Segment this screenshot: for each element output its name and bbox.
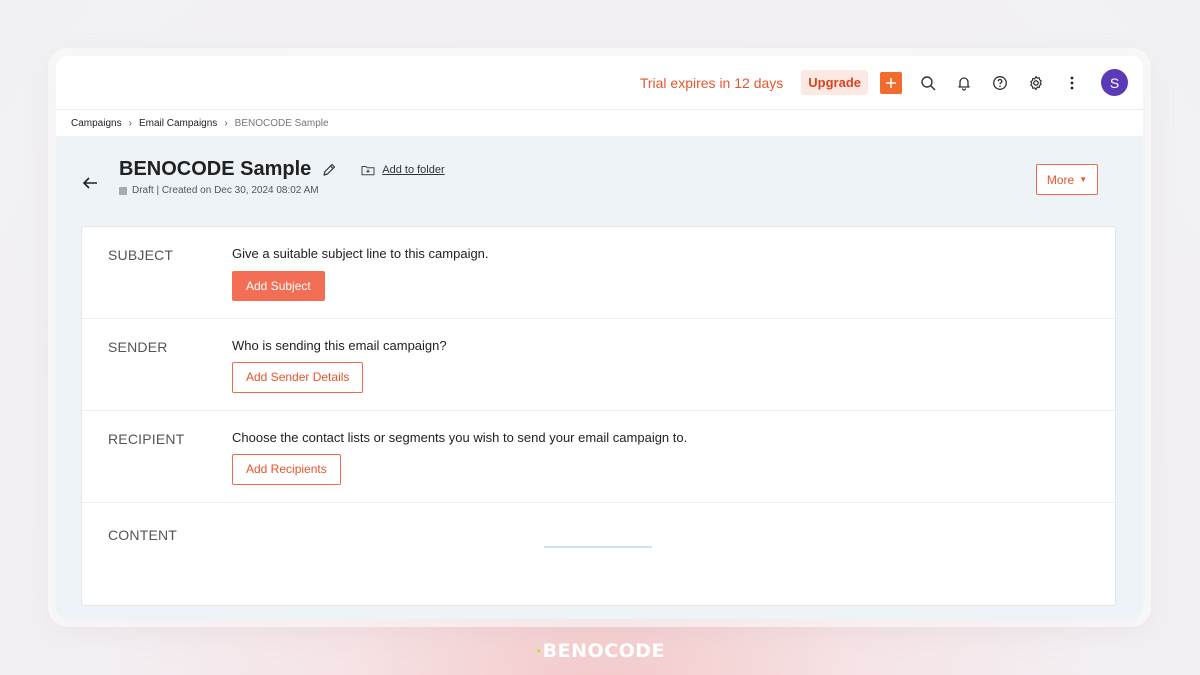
settings-button[interactable] <box>1025 72 1047 94</box>
folder-plus-icon <box>361 165 375 175</box>
subject-section: SUBJECT Give a suitable subject line to … <box>82 227 1115 319</box>
more-options-button[interactable] <box>1061 72 1083 94</box>
edit-title-button[interactable] <box>321 162 337 178</box>
subject-label: SUBJECT <box>108 247 174 263</box>
chevron-right-icon: › <box>224 117 228 129</box>
help-icon <box>993 75 1007 90</box>
status-meta-text: Draft | Created on Dec 30, 2024 08:02 AM <box>132 185 319 196</box>
bell-icon <box>958 76 970 91</box>
arrow-left-icon <box>82 177 97 189</box>
trial-expiry-text: Trial expires in 12 days <box>639 74 784 91</box>
pencil-icon <box>323 163 336 176</box>
campaign-content-area: BENOCODE Sample Add to folder Draft | Cr… <box>56 136 1143 619</box>
more-button[interactable]: More ▼ <box>1036 164 1098 195</box>
search-icon <box>921 75 936 90</box>
sender-label: SENDER <box>108 339 168 355</box>
title-row: BENOCODE Sample Add to folder <box>119 158 445 181</box>
sender-section: SENDER Who is sending this email campaig… <box>82 319 1115 411</box>
sender-description: Who is sending this email campaign? <box>232 338 447 353</box>
content-label: CONTENT <box>108 527 178 543</box>
add-to-folder-label: Add to folder <box>382 163 445 176</box>
breadcrumb-campaigns[interactable]: Campaigns <box>71 118 122 129</box>
add-recipients-button[interactable]: Add Recipients <box>232 454 341 485</box>
help-button[interactable] <box>989 72 1011 94</box>
recipient-description: Choose the contact lists or segments you… <box>232 430 688 445</box>
top-bar: Trial expires in 12 days Upgrade S <box>56 56 1143 110</box>
content-section: CONTENT <box>82 503 1115 607</box>
more-label: More <box>1046 172 1075 187</box>
brand-mark-icon: · <box>534 640 543 662</box>
search-button[interactable] <box>917 72 939 94</box>
gear-icon <box>1030 75 1042 90</box>
plus-icon <box>886 77 896 88</box>
page-title: BENOCODE Sample <box>119 158 312 180</box>
notifications-button[interactable] <box>953 72 975 94</box>
add-to-folder-link[interactable]: Add to folder <box>361 163 445 176</box>
brand-text: BENOCODE <box>542 640 666 662</box>
more-vertical-icon <box>1070 76 1074 89</box>
benocode-watermark: ·BENOCODE <box>0 640 1200 662</box>
add-sender-details-button[interactable]: Add Sender Details <box>232 362 364 393</box>
draft-status-indicator <box>119 186 127 195</box>
subject-description: Give a suitable subject line to this cam… <box>232 246 489 261</box>
create-new-button[interactable] <box>880 71 902 94</box>
upgrade-button[interactable]: Upgrade <box>801 70 868 95</box>
recipient-label: RECIPIENT <box>108 431 185 447</box>
breadcrumb: Campaigns › Email Campaigns › BENOCODE S… <box>56 110 1143 136</box>
chevron-right-icon: › <box>128 117 132 129</box>
breadcrumb-current: BENOCODE Sample <box>234 117 329 129</box>
campaign-setup-card: SUBJECT Give a suitable subject line to … <box>81 226 1116 606</box>
add-subject-button[interactable]: Add Subject <box>232 271 325 301</box>
recipient-section: RECIPIENT Choose the contact lists or se… <box>82 411 1115 503</box>
content-loading-bar <box>544 546 652 548</box>
user-avatar[interactable]: S <box>1101 69 1128 96</box>
app-window: Trial expires in 12 days Upgrade S Campa… <box>56 56 1143 619</box>
campaign-meta: Draft | Created on Dec 30, 2024 08:02 AM <box>119 185 319 196</box>
caret-down-icon: ▼ <box>1079 175 1088 184</box>
breadcrumb-email-campaigns[interactable]: Email Campaigns <box>139 118 217 129</box>
back-button[interactable] <box>82 176 98 195</box>
